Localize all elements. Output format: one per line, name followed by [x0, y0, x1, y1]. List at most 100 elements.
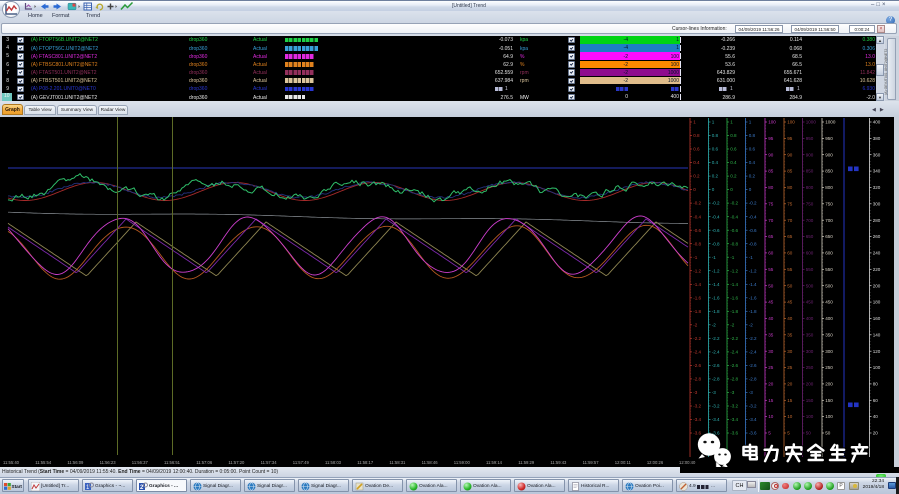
svg-text:-3.2: -3.2 [749, 404, 757, 409]
svg-text:65: 65 [768, 234, 774, 239]
svg-text:11:59:14: 11:59:14 [486, 460, 503, 465]
svg-text:900: 900 [825, 152, 833, 157]
svg-text:300: 300 [873, 201, 881, 206]
svg-text:10: 10 [787, 414, 793, 419]
svg-text:70: 70 [768, 218, 774, 223]
svg-text:-0.4: -0.4 [749, 214, 757, 219]
svg-text:0.6: 0.6 [712, 147, 719, 152]
svg-text:450: 450 [825, 300, 833, 305]
svg-text:80: 80 [787, 185, 793, 190]
svg-text:85: 85 [768, 169, 774, 174]
svg-text:-2.8: -2.8 [749, 377, 757, 382]
svg-text:350: 350 [806, 332, 814, 337]
svg-text:-1.4: -1.4 [730, 282, 738, 287]
svg-text:-3: -3 [712, 390, 717, 395]
svg-text:11:55:40: 11:55:40 [3, 460, 20, 465]
svg-text:-1.8: -1.8 [712, 309, 720, 314]
svg-text:220: 220 [873, 267, 881, 272]
svg-text:35: 35 [787, 332, 793, 337]
svg-text:40: 40 [768, 316, 774, 321]
svg-text:-2.8: -2.8 [730, 377, 738, 382]
svg-text:-3.6: -3.6 [730, 431, 738, 436]
svg-text:11:56:09: 11:56:09 [67, 460, 84, 465]
svg-text:-0.2: -0.2 [730, 201, 738, 206]
svg-text:-1: -1 [730, 255, 735, 260]
svg-text:-2.6: -2.6 [749, 363, 757, 368]
svg-text:11:58:31: 11:58:31 [389, 460, 406, 465]
svg-text:11:56:37: 11:56:37 [132, 460, 149, 465]
svg-text:12:00:11: 12:00:11 [615, 460, 632, 465]
svg-text:0.8: 0.8 [749, 133, 756, 138]
svg-text:850: 850 [806, 169, 814, 174]
svg-text:-0.6: -0.6 [730, 228, 738, 233]
svg-text:50: 50 [806, 431, 812, 436]
svg-text:600: 600 [806, 251, 814, 256]
svg-text:-0.4: -0.4 [712, 214, 720, 219]
svg-text:-1: -1 [693, 255, 698, 260]
svg-text:100: 100 [825, 414, 833, 419]
svg-text:-2.8: -2.8 [712, 377, 720, 382]
svg-text:0.2: 0.2 [749, 174, 756, 179]
svg-text:750: 750 [825, 201, 833, 206]
svg-text:700: 700 [806, 218, 814, 223]
svg-text:-2.2: -2.2 [730, 336, 738, 341]
svg-text:11:57:20: 11:57:20 [228, 460, 245, 465]
svg-text:500: 500 [806, 283, 814, 288]
svg-text:-3.4: -3.4 [749, 417, 757, 422]
svg-text:200: 200 [806, 382, 814, 387]
svg-text:0.4: 0.4 [749, 160, 756, 165]
svg-text:35: 35 [768, 332, 774, 337]
svg-text:90: 90 [787, 152, 793, 157]
svg-text:-2.6: -2.6 [712, 363, 720, 368]
svg-text:10: 10 [768, 414, 774, 419]
svg-text:100: 100 [873, 365, 881, 370]
svg-text:30: 30 [787, 349, 793, 354]
svg-text:60: 60 [873, 398, 879, 403]
svg-text:250: 250 [806, 365, 814, 370]
svg-text:950: 950 [806, 136, 814, 141]
svg-text:-2: -2 [693, 322, 698, 327]
svg-text:-1.4: -1.4 [693, 282, 701, 287]
svg-text:-1.2: -1.2 [749, 268, 757, 273]
svg-text:-3: -3 [730, 390, 735, 395]
svg-text:-3.4: -3.4 [730, 417, 738, 422]
svg-text:11:59:57: 11:59:57 [583, 460, 600, 465]
svg-text:0.2: 0.2 [730, 174, 737, 179]
svg-text:200: 200 [825, 382, 833, 387]
svg-text:180: 180 [873, 300, 881, 305]
svg-text:-0.4: -0.4 [693, 214, 701, 219]
svg-text:-2.8: -2.8 [693, 377, 701, 382]
svg-text:11:59:00: 11:59:00 [454, 460, 471, 465]
svg-text:20: 20 [873, 431, 879, 436]
svg-text:1: 1 [693, 120, 696, 125]
svg-text:160: 160 [873, 316, 881, 321]
svg-text:15: 15 [787, 398, 793, 403]
svg-text:0.6: 0.6 [730, 147, 737, 152]
svg-text:450: 450 [806, 300, 814, 305]
svg-text:20: 20 [787, 382, 793, 387]
svg-text:-1.8: -1.8 [749, 309, 757, 314]
svg-text:-1: -1 [712, 255, 717, 260]
svg-text:0.2: 0.2 [712, 174, 719, 179]
svg-text:11:55:54: 11:55:54 [35, 460, 52, 465]
svg-text:-0.6: -0.6 [693, 228, 701, 233]
svg-text:550: 550 [825, 267, 833, 272]
svg-text:-3.6: -3.6 [693, 431, 701, 436]
svg-text:25: 25 [787, 365, 793, 370]
svg-text:50: 50 [787, 283, 793, 288]
svg-text:0: 0 [730, 187, 733, 192]
svg-text:380: 380 [873, 136, 881, 141]
svg-text:-3.4: -3.4 [712, 417, 720, 422]
svg-text:75: 75 [768, 201, 774, 206]
svg-text:700: 700 [825, 218, 833, 223]
svg-text:100: 100 [787, 120, 795, 125]
svg-text:5: 5 [768, 431, 771, 436]
svg-text:40: 40 [873, 414, 879, 419]
svg-text:0.2: 0.2 [693, 174, 700, 179]
svg-text:0.4: 0.4 [712, 160, 719, 165]
svg-text:20: 20 [768, 382, 774, 387]
svg-text:70: 70 [787, 218, 793, 223]
svg-text:550: 550 [806, 267, 814, 272]
svg-text:350: 350 [825, 332, 833, 337]
svg-text:5: 5 [787, 431, 790, 436]
